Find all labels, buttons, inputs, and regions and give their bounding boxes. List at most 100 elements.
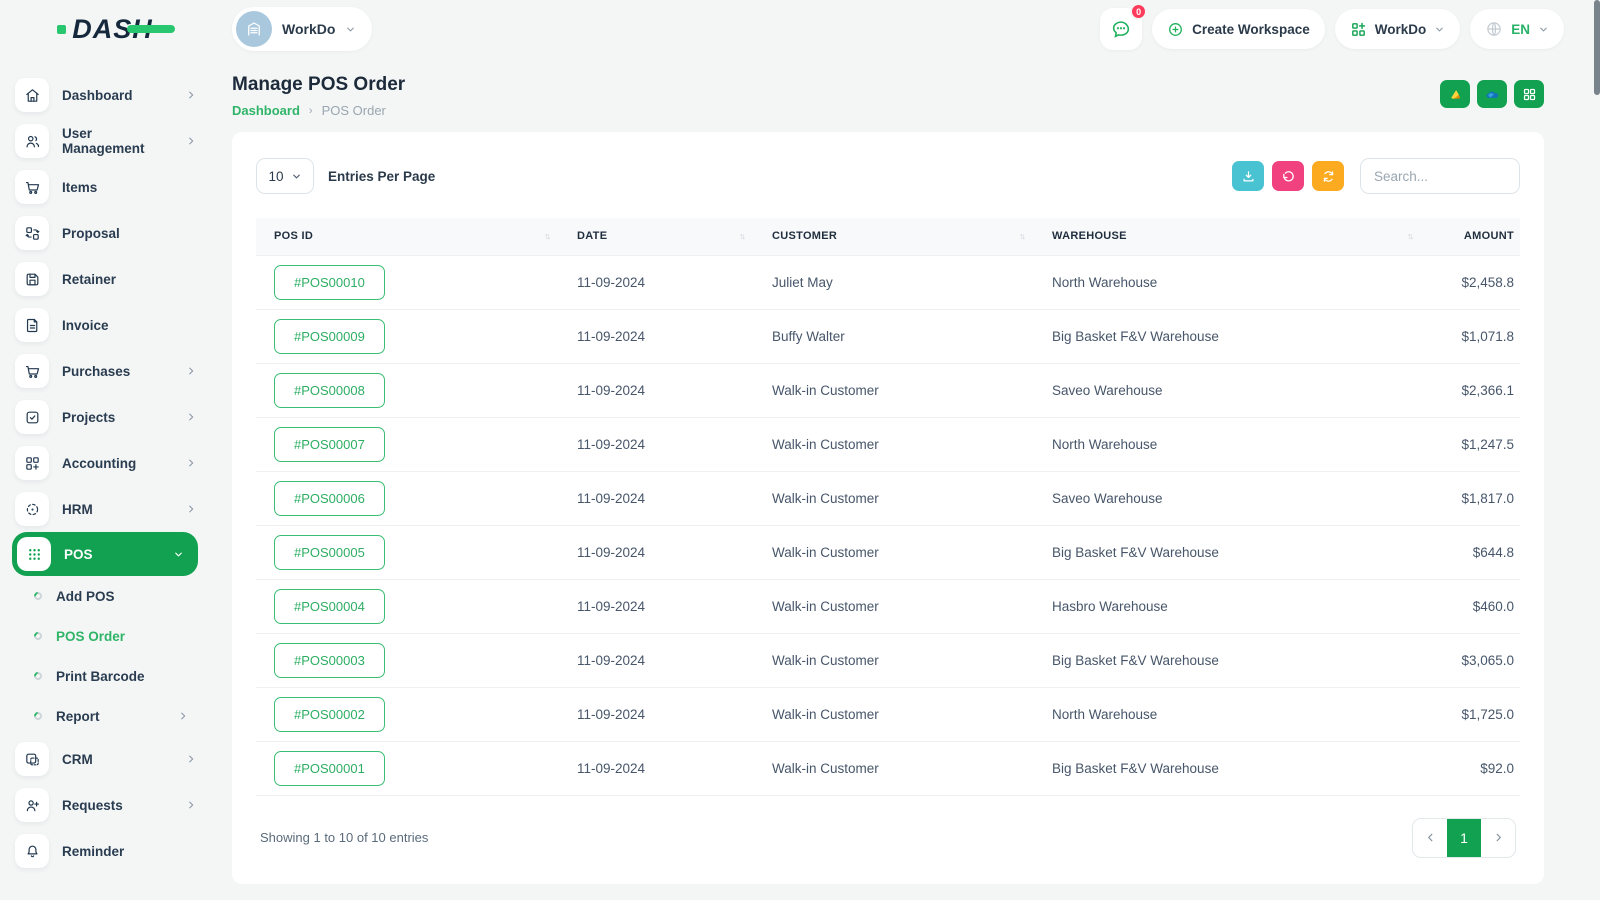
workspace-avatar xyxy=(236,11,272,47)
chevron-right-icon xyxy=(186,458,196,468)
sidebar-item-proposal[interactable]: Proposal xyxy=(0,210,210,256)
table-row[interactable]: #POS00001 11-09-2024 Walk-in Customer Bi… xyxy=(256,741,1520,796)
language-selector[interactable]: EN xyxy=(1470,9,1564,49)
users-icon xyxy=(15,124,49,158)
workspace-selector[interactable]: WorkDo xyxy=(232,7,373,51)
pagination-next-button[interactable] xyxy=(1481,819,1515,857)
pos-id-button[interactable]: #POS00004 xyxy=(274,588,385,624)
sidebar-item-purchases[interactable]: Purchases xyxy=(0,348,210,394)
undo-button[interactable] xyxy=(1272,161,1304,191)
sidebar-item-reminder[interactable]: Reminder xyxy=(0,828,210,874)
dashed-circle-icon xyxy=(15,492,49,526)
pos-id-button[interactable]: #POS00009 xyxy=(274,318,385,354)
sidebar-item-report[interactable]: Report xyxy=(0,696,210,736)
chevron-right-icon xyxy=(186,136,196,146)
pos-id-button[interactable]: #POS00001 xyxy=(274,750,385,786)
sidebar-item-invoice[interactable]: Invoice xyxy=(0,302,210,348)
download-icon xyxy=(1243,170,1253,181)
sidebar-item-pos-order[interactable]: POS Order xyxy=(0,616,210,656)
table-row[interactable]: #POS00009 11-09-2024 Buffy Walter Big Ba… xyxy=(256,309,1520,364)
pos-order-table: POS ID ↑↓ DATE ↑↓ CUSTOMER ↑↓ WAREHOUSE ↑↓ A… xyxy=(256,218,1520,796)
sidebar-item-print-barcode[interactable]: Print Barcode xyxy=(0,656,210,696)
entries-per-page-value: 10 xyxy=(268,168,284,184)
pos-id-button[interactable]: #POS00007 xyxy=(274,426,385,462)
pos-id-button[interactable]: #POS00002 xyxy=(274,696,385,732)
pagination-page-1[interactable]: 1 xyxy=(1447,818,1481,857)
date-cell: 11-09-2024 xyxy=(559,309,754,364)
export-button[interactable] xyxy=(1232,161,1264,191)
google-drive-button[interactable] xyxy=(1440,80,1470,108)
table-row[interactable]: #POS00004 11-09-2024 Walk-in Customer Ha… xyxy=(256,579,1520,634)
sort-icon: ↑↓ xyxy=(1407,231,1414,242)
chevron-right-icon xyxy=(186,504,196,514)
grid-plus-icon xyxy=(15,446,49,480)
warehouse-cell: Hasbro Warehouse xyxy=(1034,579,1422,634)
user-plus-icon xyxy=(15,788,49,822)
scrollbar-track xyxy=(1594,0,1600,900)
chevron-down-icon xyxy=(292,174,300,178)
date-cell: 11-09-2024 xyxy=(559,363,754,418)
sidebar-item-add-pos[interactable]: Add POS xyxy=(0,576,210,616)
table-row[interactable]: #POS00007 11-09-2024 Walk-in Customer No… xyxy=(256,417,1520,472)
refresh-button[interactable] xyxy=(1312,161,1344,191)
pos-id-button[interactable]: #POS00005 xyxy=(274,534,385,570)
pagination-prev-button[interactable] xyxy=(1413,819,1447,857)
sidebar-item-crm[interactable]: CRM xyxy=(0,736,210,782)
warehouse-cell: North Warehouse xyxy=(1034,254,1422,310)
table-row[interactable]: #POS00010 11-09-2024 Juliet May North Wa… xyxy=(256,254,1520,310)
warehouse-cell: North Warehouse xyxy=(1034,417,1422,472)
pagination: 1 xyxy=(1412,817,1516,858)
create-workspace-button[interactable]: Create Workspace xyxy=(1152,9,1325,49)
sort-icon: ↑↓ xyxy=(1019,231,1026,242)
main-content: Manage POS Order Dashboard › POS Order 1… xyxy=(210,58,1600,884)
chevron-right-icon xyxy=(186,800,196,810)
scrollbar[interactable] xyxy=(1594,0,1600,95)
customer-cell: Walk-in Customer xyxy=(754,525,1034,580)
table-row[interactable]: #POS00005 11-09-2024 Walk-in Customer Bi… xyxy=(256,525,1520,580)
breadcrumb-current: POS Order xyxy=(321,103,386,118)
globe-icon xyxy=(1487,22,1501,36)
entries-per-page-select[interactable]: 10 xyxy=(256,158,314,194)
sidebar-item-projects[interactable]: Projects xyxy=(0,394,210,440)
sort-icon: ↑↓ xyxy=(544,231,551,242)
column-header-warehouse[interactable]: WAREHOUSE ↑↓ xyxy=(1034,218,1422,255)
search-input[interactable] xyxy=(1360,158,1520,194)
column-header-customer[interactable]: CUSTOMER ↑↓ xyxy=(754,218,1034,255)
table-row[interactable]: #POS00006 11-09-2024 Walk-in Customer Sa… xyxy=(256,471,1520,526)
customer-cell: Walk-in Customer xyxy=(754,741,1034,796)
pos-id-button[interactable]: #POS00003 xyxy=(274,642,385,678)
onedrive-button[interactable] xyxy=(1477,80,1507,108)
sidebar-item-requests[interactable]: Requests xyxy=(0,782,210,828)
warehouse-cell: Saveo Warehouse xyxy=(1034,471,1422,526)
page-title: Manage POS Order xyxy=(232,74,406,95)
sidebar-item-items[interactable]: Items xyxy=(0,164,210,210)
entries-per-page-label: Entries Per Page xyxy=(328,168,436,184)
amount-cell: $1,247.5 xyxy=(1422,417,1520,472)
sidebar-item-hrm[interactable]: HRM xyxy=(0,486,210,532)
pos-id-button[interactable]: #POS00008 xyxy=(274,372,385,408)
app-logo[interactable]: DASH xyxy=(57,14,175,45)
workdo-menu-label: WorkDo xyxy=(1374,21,1427,37)
sidebar-item-pos[interactable]: POS xyxy=(12,532,198,576)
customer-cell: Walk-in Customer xyxy=(754,363,1034,418)
circle-plus-icon xyxy=(1169,22,1183,36)
chat-bubble-icon xyxy=(1113,21,1130,38)
customer-cell: Walk-in Customer xyxy=(754,417,1034,472)
column-header-pos-id[interactable]: POS ID ↑↓ xyxy=(256,218,559,255)
workdo-menu-button[interactable]: WorkDo xyxy=(1334,9,1461,49)
sidebar-item-user-management[interactable]: User Management xyxy=(0,118,210,164)
cart-icon xyxy=(15,170,49,204)
sidebar-item-dashboard[interactable]: Dashboard xyxy=(0,72,210,118)
column-header-amount[interactable]: AMOUNT xyxy=(1422,218,1520,255)
breadcrumb-dashboard-link[interactable]: Dashboard xyxy=(232,103,300,118)
column-header-date[interactable]: DATE ↑↓ xyxy=(559,218,754,255)
sidebar-item-accounting[interactable]: Accounting xyxy=(0,440,210,486)
table-row[interactable]: #POS00002 11-09-2024 Walk-in Customer No… xyxy=(256,687,1520,742)
pos-id-button[interactable]: #POS00010 xyxy=(274,264,385,300)
table-row[interactable]: #POS00003 11-09-2024 Walk-in Customer Bi… xyxy=(256,633,1520,688)
pos-id-button[interactable]: #POS00006 xyxy=(274,480,385,516)
sidebar-item-retainer[interactable]: Retainer xyxy=(0,256,210,302)
messages-button[interactable]: 0 xyxy=(1100,3,1148,50)
table-row[interactable]: #POS00008 11-09-2024 Walk-in Customer Sa… xyxy=(256,363,1520,418)
grid-view-button[interactable] xyxy=(1514,80,1544,108)
